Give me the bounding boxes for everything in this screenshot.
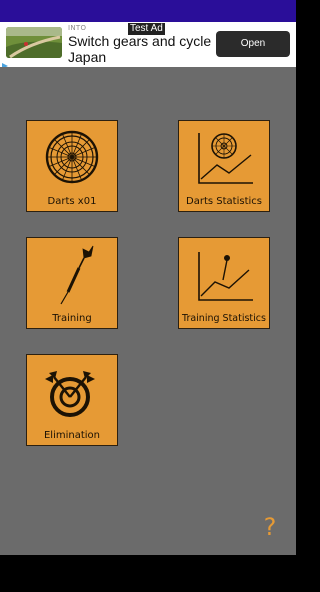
elimination-button[interactable]: Elimination (26, 354, 118, 446)
target-arrows-icon (45, 371, 95, 417)
darts-statistics-button[interactable]: Darts Statistics (178, 120, 270, 212)
training-label: Training (52, 313, 92, 324)
help-button[interactable]: ? (258, 513, 282, 541)
training-button[interactable]: Training (26, 237, 118, 329)
darts-statistics-label: Darts Statistics (186, 196, 262, 207)
ad-info-icon[interactable] (0, 56, 10, 69)
training-statistics-button[interactable]: Training Statistics (178, 237, 270, 329)
darts-x01-button[interactable]: Darts x01 (26, 120, 118, 212)
ad-headline[interactable]: Switch gears and cycle Japan (68, 33, 218, 65)
navigation-bar (0, 555, 296, 592)
dartboard-icon (45, 130, 99, 184)
dart-icon (60, 245, 94, 305)
ad-image[interactable] (6, 27, 62, 58)
training-statistics-label: Training Statistics (182, 313, 266, 324)
dart-chart-icon (198, 252, 253, 301)
status-bar (0, 0, 296, 22)
ad-open-button[interactable]: Open (216, 31, 290, 57)
dartboard-chart-icon (198, 133, 253, 184)
darts-x01-label: Darts x01 (47, 196, 97, 207)
main-menu: Darts x01 Darts Statistics Training Trai… (0, 67, 296, 555)
ad-banner[interactable]: INTO Test Ad Switch gears and cycle Japa… (0, 22, 296, 69)
ad-brand: INTO (68, 24, 87, 32)
elimination-label: Elimination (43, 430, 100, 441)
